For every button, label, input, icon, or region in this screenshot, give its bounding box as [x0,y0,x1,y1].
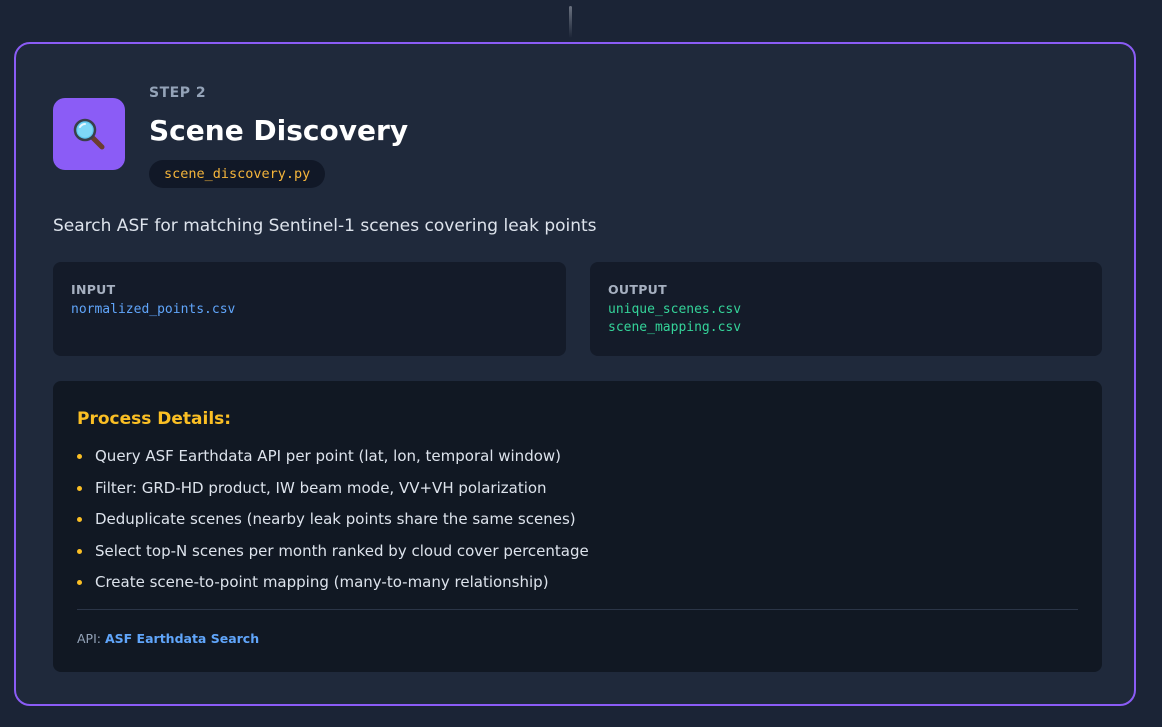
input-panel: INPUT normalized_points.csv [53,262,566,356]
list-item-text: Create scene-to-point mapping (many-to-m… [95,573,549,592]
api-link[interactable]: ASF Earthdata Search [105,631,259,646]
process-details-title: Process Details: [77,409,232,429]
script-file-badge: scene_discovery.py [149,160,326,188]
list-item: Deduplicate scenes (nearby leak points s… [77,504,1078,536]
list-item: Create scene-to-point mapping (many-to-m… [77,567,1078,599]
process-details-list: Query ASF Earthdata API per point (lat, … [77,441,1078,599]
list-item-text: Select top-N scenes per month ranked by … [95,541,589,560]
input-heading: INPUT [71,282,116,297]
magnifying-glass-icon [73,118,105,150]
list-item-text: Query ASF Earthdata API per point (lat, … [95,447,562,465]
output-panel: OUTPUT unique_scenes.csv scene_mapping.c… [590,262,1102,356]
step-connector-line [569,6,572,38]
list-item-text: Filter: GRD-HD product, IW beam mode, VV… [95,478,547,497]
step-icon-box [53,98,125,170]
step-description: Search ASF for matching Sentinel-1 scene… [53,216,597,236]
bullet-icon [77,485,82,491]
step-number-label: STEP 2 [149,85,207,101]
list-item: Filter: GRD-HD product, IW beam mode, VV… [77,473,1078,505]
output-file: scene_mapping.csv [608,320,742,335]
step-title: Scene Discovery [149,114,409,147]
bullet-icon [77,517,82,523]
list-item-text: Deduplicate scenes (nearby leak points s… [95,510,576,529]
input-file: normalized_points.csv [71,302,236,317]
bullet-icon [77,548,82,554]
list-item: Select top-N scenes per month ranked by … [77,536,1078,568]
step-card: STEP 2 Scene Discovery scene_discovery.p… [14,42,1136,706]
process-details-panel: Process Details: Query ASF Earthdata API… [53,381,1102,672]
api-label: API: [77,630,101,646]
output-file: unique_scenes.csv [608,302,742,317]
divider [77,608,1078,610]
bullet-icon [77,454,82,459]
list-item: Query ASF Earthdata API per point (lat, … [77,441,1078,473]
output-heading: OUTPUT [608,282,667,297]
api-reference: API: ASF Earthdata Search [77,631,1078,646]
bullet-icon [77,580,82,586]
